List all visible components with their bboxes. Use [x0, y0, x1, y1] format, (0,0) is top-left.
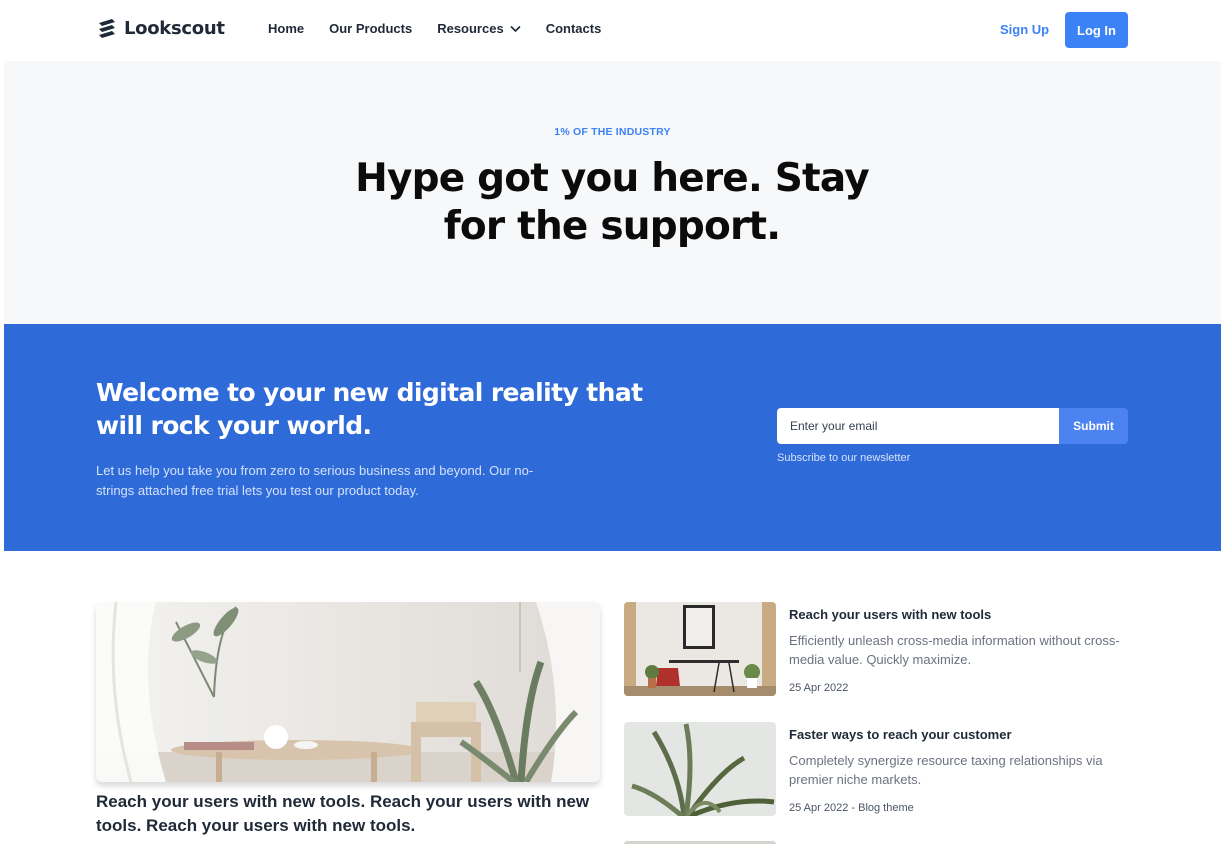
- page: Lookscout Home Our Products Resources Co…: [4, 0, 1221, 844]
- plant-leaves-image: [624, 722, 776, 816]
- hero-title-line1: Hype got you here. Stay: [355, 156, 869, 201]
- blog-post-2: Faster ways to reach your customer Compl…: [624, 722, 1124, 816]
- hero-eyebrow: 1% OF THE INDUSTRY: [554, 126, 671, 138]
- newsletter-note: Subscribe to our newsletter: [777, 452, 911, 464]
- post-2-thumbnail[interactable]: [624, 722, 776, 816]
- top-nav: Lookscout Home Our Products Resources Co…: [4, 0, 1221, 61]
- nav-resources[interactable]: Resources: [437, 21, 521, 36]
- sign-up-link[interactable]: Sign Up: [1000, 22, 1049, 37]
- featured-post-title[interactable]: Reach your users with new tools. Reach y…: [96, 790, 600, 838]
- nav-our-products[interactable]: Our Products: [329, 21, 412, 36]
- post-1-thumbnail[interactable]: [624, 602, 776, 696]
- brand-name: Lookscout: [124, 17, 225, 39]
- post-1-title[interactable]: Reach your users with new tools: [789, 607, 991, 622]
- email-input[interactable]: [777, 408, 1060, 444]
- post-2-meta: 25 Apr 2022 - Blog theme: [789, 802, 914, 814]
- post-2-description: Completely synergize resource taxing rel…: [789, 753, 1103, 787]
- stack-logo-icon: [99, 19, 115, 38]
- log-in-button[interactable]: Log In: [1065, 12, 1128, 48]
- featured-room-image: [96, 602, 600, 782]
- newsletter-title: Welcome to your new digital reality that…: [96, 378, 643, 440]
- submit-button[interactable]: Submit: [1059, 408, 1128, 444]
- nav-home[interactable]: Home: [268, 21, 304, 36]
- hero-title: Hype got you here. Stay for the support.: [312, 155, 912, 251]
- newsletter-description: Let us help you take you from zero to se…: [96, 463, 534, 498]
- hero-title-line2: for the support.: [443, 204, 781, 249]
- newsletter-section: Welcome to your new digital reality that…: [4, 324, 1221, 551]
- post-1-date: 25 Apr 2022: [789, 682, 849, 694]
- brand-logo[interactable]: Lookscout: [96, 17, 225, 39]
- blog-post-1: Reach your users with new tools Efficien…: [624, 602, 1124, 696]
- room-desk-image: [624, 602, 776, 696]
- post-1-description: Efficiently unleash cross-media informat…: [789, 633, 1120, 667]
- nav-resources-label: Resources: [437, 21, 504, 36]
- chevron-down-icon: [510, 25, 521, 32]
- main-menu: Home Our Products Resources Contacts: [268, 21, 626, 36]
- hero-section: 1% OF THE INDUSTRY Hype got you here. St…: [4, 61, 1221, 324]
- featured-post-image[interactable]: [96, 602, 600, 782]
- post-2-title[interactable]: Faster ways to reach your customer: [789, 727, 1012, 742]
- nav-contacts[interactable]: Contacts: [546, 21, 602, 36]
